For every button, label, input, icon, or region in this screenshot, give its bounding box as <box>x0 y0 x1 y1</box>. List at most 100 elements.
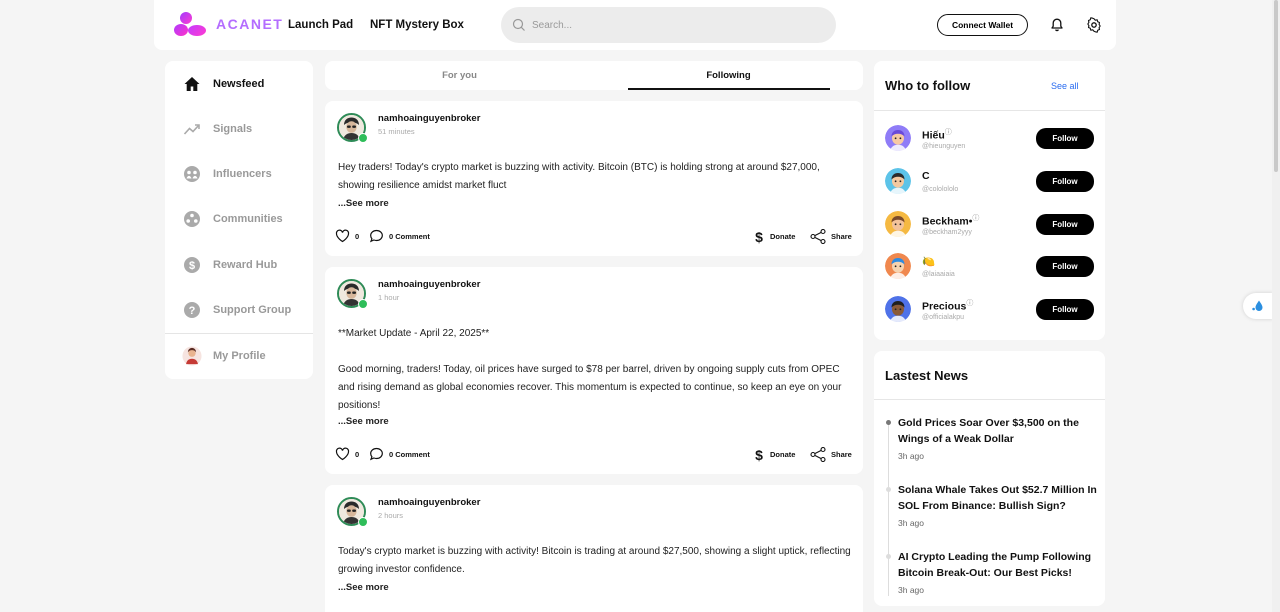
user-name[interactable]: 🍋 <box>922 255 935 268</box>
gear-icon[interactable] <box>1086 17 1102 33</box>
sidebar-item-signals[interactable]: Signals <box>165 109 313 149</box>
sidebar-item-influencers[interactable]: Influencers <box>165 154 313 194</box>
water-drop-icon <box>1252 300 1263 311</box>
sidebar-item-label: Reward Hub <box>213 259 278 271</box>
author-avatar[interactable] <box>337 279 368 309</box>
sidebar-divider <box>165 333 313 334</box>
floating-widget-button[interactable] <box>1243 293 1273 319</box>
share-button[interactable]: Share <box>810 447 852 462</box>
post-author[interactable]: namhoainguyenbroker <box>378 497 480 508</box>
news-time: 3h ago <box>898 451 924 461</box>
follow-button[interactable]: Follow <box>1036 128 1094 149</box>
post-card: namhoainguyenbroker 51 minutes Hey trade… <box>325 101 863 256</box>
user-name-text: Beckham• <box>922 215 973 228</box>
tab-following[interactable]: Following <box>594 61 863 90</box>
donate-button[interactable]: $ Donate <box>753 447 795 462</box>
user-avatar[interactable] <box>885 296 911 322</box>
news-item[interactable]: Solana Whale Takes Out $52.7 Million In … <box>898 482 1098 528</box>
news-time: 3h ago <box>898 585 924 595</box>
donate-label: Donate <box>770 232 796 241</box>
post-author[interactable]: namhoainguyenbroker <box>378 113 480 124</box>
who-to-follow-panel: Who to follow See all Hiếuⓘ @hieunguyen Fo… <box>874 61 1105 340</box>
share-label: Share <box>831 450 852 459</box>
sidebar-item-my-profile[interactable]: My Profile <box>165 336 313 376</box>
news-item[interactable]: Gold Prices Soar Over $3,500 on the Wing… <box>898 415 1098 461</box>
search-bar <box>501 7 836 43</box>
user-handle: @hieunguyen <box>922 143 966 150</box>
divider <box>874 399 1105 400</box>
user-avatar[interactable] <box>885 253 911 279</box>
sidebar-item-communities[interactable]: Communities <box>165 199 313 239</box>
help-icon: ? <box>182 300 202 320</box>
connect-wallet-button[interactable]: Connect Wallet <box>937 14 1028 36</box>
donate-button[interactable]: $ Donate <box>753 229 795 244</box>
dollar-icon: $ <box>755 229 763 244</box>
follow-button[interactable]: Follow <box>1036 256 1094 277</box>
sidebar-item-label: My Profile <box>213 350 266 362</box>
verified-badge-icon <box>358 133 368 143</box>
comment-button[interactable]: 0 Comment <box>369 447 430 461</box>
see-more-link[interactable]: ...See more <box>338 582 389 593</box>
user-handle: @officialakpu <box>922 314 964 321</box>
user-name[interactable]: Hiếuⓘ <box>922 127 952 142</box>
user-avatar[interactable] <box>885 168 911 194</box>
brand-logo[interactable]: ACANET <box>174 10 283 38</box>
like-button[interactable]: 0 <box>335 229 359 243</box>
user-avatar[interactable] <box>885 125 911 151</box>
info-icon: ⓘ <box>944 129 952 136</box>
see-more-link[interactable]: ...See more <box>338 416 389 427</box>
nav-nft-mystery-box[interactable]: NFT Mystery Box <box>370 19 464 31</box>
search-input[interactable] <box>532 19 812 31</box>
follow-button[interactable]: Follow <box>1036 299 1094 320</box>
follow-suggestion: Hiếuⓘ @hieunguyen Follow <box>885 125 1095 155</box>
timeline-line <box>888 421 889 596</box>
news-item[interactable]: AI Crypto Leading the Pump Following Bit… <box>898 549 1098 595</box>
user-name[interactable]: Beckham•ⓘ <box>922 213 979 228</box>
donate-label: Donate <box>770 450 796 459</box>
share-label: Share <box>831 232 852 241</box>
comment-button[interactable]: 0 Comment <box>369 229 430 243</box>
like-count: 0 <box>355 231 360 241</box>
svg-text:$: $ <box>755 229 763 244</box>
latest-news-title: Lastest News <box>885 368 969 383</box>
scrollbar-thumb[interactable] <box>1274 0 1278 172</box>
follow-button[interactable]: Follow <box>1036 171 1094 192</box>
brand-name: ACANET <box>216 16 284 32</box>
see-all-link[interactable]: See all <box>1051 81 1079 91</box>
share-button[interactable]: Share <box>810 229 852 244</box>
active-tab-indicator <box>628 88 830 90</box>
post-actions: 0 0 Comment $ Donate Share <box>335 447 855 463</box>
info-icon: ⓘ <box>972 215 980 222</box>
who-to-follow-title: Who to follow <box>885 78 971 93</box>
heart-icon <box>335 447 350 461</box>
svg-text:$: $ <box>755 447 763 462</box>
author-avatar[interactable] <box>337 497 368 527</box>
left-sidebar: Newsfeed Signals Influencers Communities… <box>165 61 313 379</box>
comment-icon <box>369 229 383 243</box>
bell-icon[interactable] <box>1049 17 1065 33</box>
sidebar-item-support-group[interactable]: ? Support Group <box>165 290 313 330</box>
post-time: 1 hour <box>378 293 400 302</box>
nav-launch-pad[interactable]: Launch Pad <box>288 19 353 31</box>
comment-count: 0 Comment <box>389 231 430 241</box>
see-more-link[interactable]: ...See more <box>338 198 389 209</box>
post-text: Today's crypto market is buzzing with ac… <box>338 546 851 575</box>
follow-suggestion: Beckham•ⓘ @beckham2yyy Follow <box>885 211 1095 241</box>
user-avatar[interactable] <box>885 211 911 237</box>
sidebar-item-reward-hub[interactable]: $ Reward Hub <box>165 245 313 285</box>
post-text: Good morning, traders! Today, oil prices… <box>338 364 842 411</box>
sidebar-item-newsfeed[interactable]: Newsfeed <box>165 64 313 104</box>
author-avatar[interactable] <box>337 113 368 143</box>
timeline-dot <box>886 420 891 425</box>
user-name[interactable]: C <box>922 170 930 182</box>
news-headline[interactable]: Gold Prices Soar Over $3,500 on the Wing… <box>898 415 1098 447</box>
like-button[interactable]: 0 <box>335 447 359 461</box>
follow-button[interactable]: Follow <box>1036 214 1094 235</box>
user-name[interactable]: Preciousⓘ <box>922 298 973 313</box>
news-headline[interactable]: Solana Whale Takes Out $52.7 Million In … <box>898 482 1098 514</box>
follow-suggestion: C @cololololo Follow <box>885 168 1095 198</box>
sidebar-item-label: Influencers <box>213 168 272 180</box>
tab-for-you[interactable]: For you <box>325 61 594 90</box>
news-headline[interactable]: AI Crypto Leading the Pump Following Bit… <box>898 549 1098 581</box>
post-author[interactable]: namhoainguyenbroker <box>378 279 480 290</box>
